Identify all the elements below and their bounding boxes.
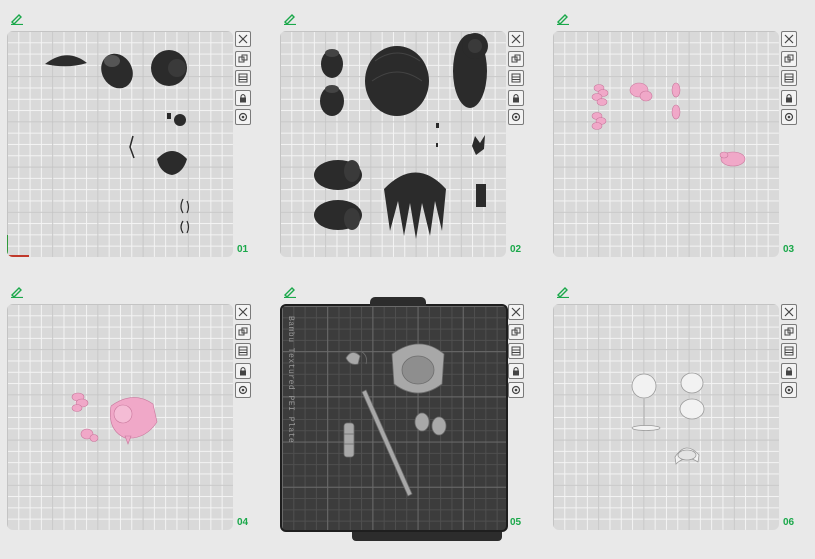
plate-toolbar [508,304,524,402]
orient-icon[interactable] [781,343,797,359]
plate-cell-06: 06 [553,278,813,540]
orient-icon[interactable] [235,343,251,359]
build-plate[interactable] [553,31,779,257]
model-parts[interactable] [553,304,779,530]
close-icon[interactable] [781,31,797,47]
plate-toolbar [235,304,251,402]
plate-number: 06 [783,517,795,528]
edit-plate-name-icon[interactable] [10,285,26,299]
edit-plate-name-icon[interactable] [283,12,299,26]
close-icon[interactable] [235,304,251,320]
plate-cell-05: Bambu Textured PEI Plate 05 [280,278,540,541]
auto-arrange-icon[interactable] [781,50,797,67]
edit-plate-name-icon[interactable] [283,285,299,299]
plate-number: 05 [510,517,522,528]
settings-icon[interactable] [781,109,797,125]
plate-cell-02: 02 [280,5,540,267]
plate-number: 04 [237,517,249,528]
close-icon[interactable] [508,31,524,47]
plate-cell-04: 04 [7,278,267,540]
plate-foot [352,532,502,541]
plate-toolbar [235,31,251,129]
settings-icon[interactable] [508,109,524,125]
lock-icon[interactable] [235,89,251,106]
plate-handle [370,297,426,306]
build-plate[interactable] [553,304,779,530]
close-icon[interactable] [508,304,524,320]
plate-cell-03: 03 [553,5,813,267]
auto-arrange-icon[interactable] [235,50,251,67]
settings-icon[interactable] [508,382,524,398]
auto-arrange-icon[interactable] [781,323,797,340]
plate-number: 01 [237,244,249,255]
plate-toolbar [508,31,524,129]
model-parts[interactable] [553,31,779,257]
edit-plate-name-icon[interactable] [556,285,572,299]
lock-icon[interactable] [781,362,797,379]
auto-arrange-icon[interactable] [508,50,524,67]
edit-plate-name-icon[interactable] [10,12,26,26]
build-plate[interactable] [280,31,506,257]
settings-icon[interactable] [235,109,251,125]
lock-icon[interactable] [235,362,251,379]
orient-icon[interactable] [781,70,797,86]
orient-icon[interactable] [235,70,251,86]
plate-number: 03 [783,244,795,255]
auto-arrange-icon[interactable] [508,323,524,340]
lock-icon[interactable] [781,89,797,106]
settings-icon[interactable] [235,382,251,398]
plate-number: 02 [510,244,522,255]
model-parts[interactable] [282,306,508,532]
auto-arrange-icon[interactable] [235,323,251,340]
build-plate[interactable] [7,304,233,530]
plate-toolbar [781,31,797,129]
model-parts[interactable] [280,31,506,257]
model-parts[interactable] [7,31,233,257]
build-plate-selected[interactable]: Bambu Textured PEI Plate [280,297,508,541]
model-parts[interactable] [7,304,233,530]
edit-plate-name-icon[interactable] [556,12,572,26]
settings-icon[interactable] [781,382,797,398]
lock-icon[interactable] [508,89,524,106]
build-plate[interactable] [7,31,233,257]
close-icon[interactable] [235,31,251,47]
orient-icon[interactable] [508,343,524,359]
plate-cell-01: 01 [7,5,267,267]
orient-icon[interactable] [508,70,524,86]
plate-toolbar [781,304,797,402]
lock-icon[interactable] [508,362,524,379]
close-icon[interactable] [781,304,797,320]
